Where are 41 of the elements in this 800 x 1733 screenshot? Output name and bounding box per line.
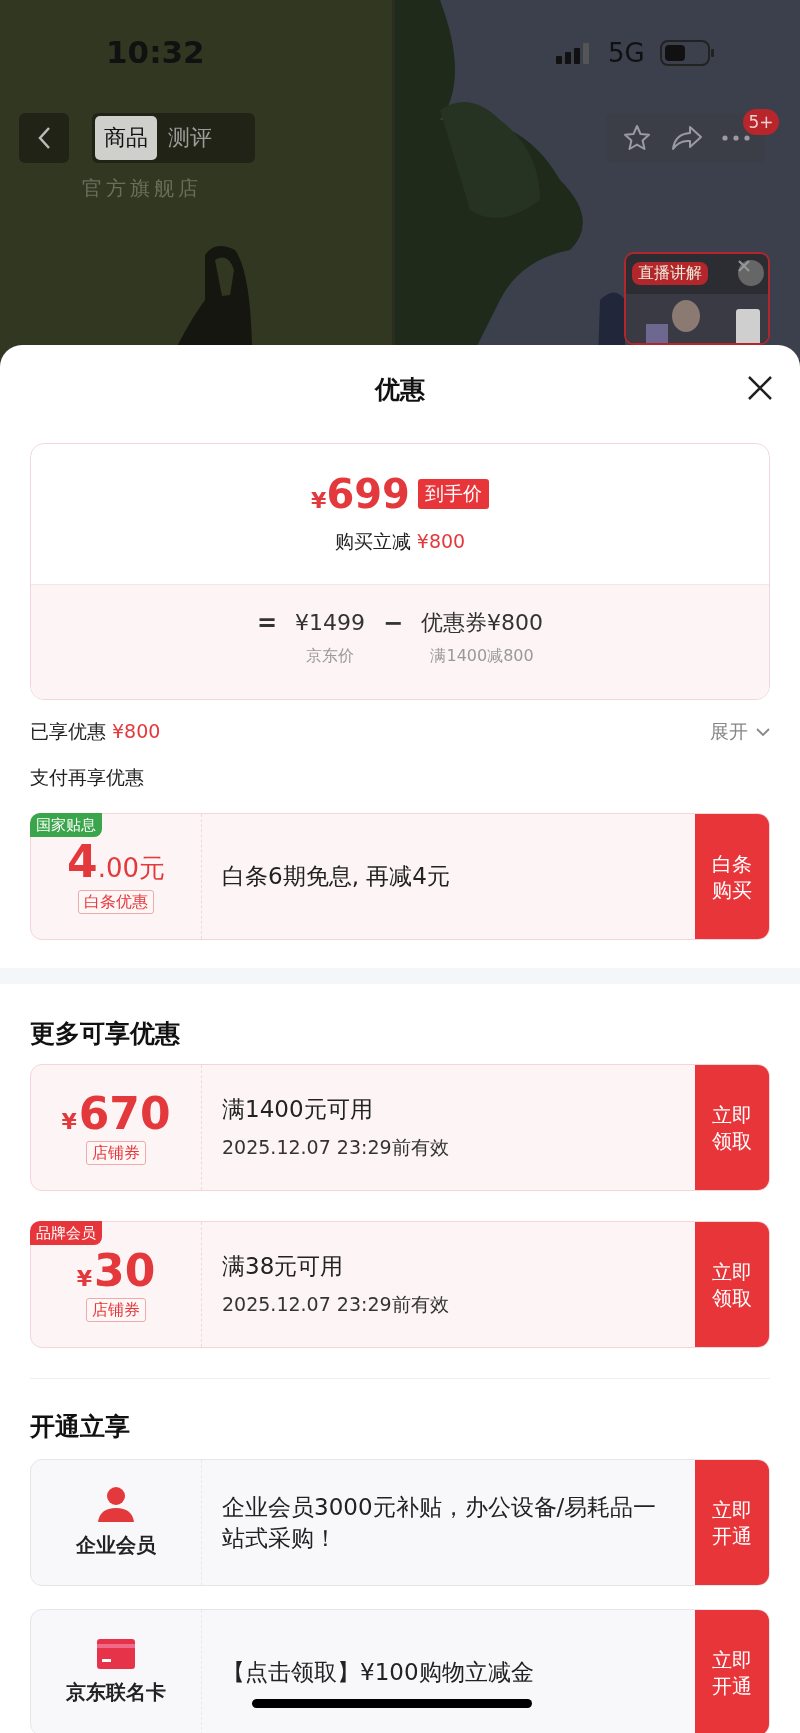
coupon-amount: ¥30 (76, 1247, 156, 1294)
offer-tag: 品牌会员 (30, 1221, 102, 1245)
coupon-validity: 2025.12.07 23:29前有效 (222, 1292, 450, 1317)
activate-button[interactable]: 立即 开通 (695, 1460, 769, 1585)
coupon-validity: 2025.12.07 23:29前有效 (222, 1135, 450, 1160)
price-term: ¥1499 (295, 609, 365, 637)
service-text: 【点击领取】¥100购物立减金 (222, 1658, 535, 1687)
person-icon (97, 1486, 135, 1522)
close-icon (748, 376, 772, 400)
price-term: 优惠券¥800 (421, 609, 544, 637)
term-caption: 满1400减800 (430, 646, 534, 667)
math-operator: − (383, 608, 404, 638)
offer-text: 白条6期免息, 再减4元 (222, 862, 451, 891)
sheet-title: 优惠 (375, 373, 425, 406)
buy-button[interactable]: 白条 购买 (695, 814, 769, 939)
offer-label: 白条优惠 (78, 890, 154, 914)
section-title: 开通立享 (30, 1411, 131, 1443)
section-title: 更多可享优惠 (30, 1018, 181, 1050)
enjoyed-discount: 已享优惠 ¥800 (30, 719, 161, 744)
expand-toggle[interactable]: 展开 (710, 719, 770, 745)
section-title: 支付再享优惠 (30, 765, 145, 790)
instant-discount: 购买立减 ¥800 (334, 529, 466, 554)
claim-button[interactable]: 立即 领取 (695, 1065, 769, 1190)
service-text: 企业会员3000元补贴，办公设备/易耗品一站式采购！ (222, 1492, 658, 1553)
coupon-condition: 满38元可用 (222, 1252, 345, 1281)
service-name: 企业会员 (76, 1532, 156, 1559)
activate-button[interactable]: 立即 开通 (695, 1610, 769, 1733)
coupon-condition: 满1400元可用 (222, 1095, 374, 1124)
claim-button[interactable]: 立即 领取 (695, 1222, 769, 1347)
coupon-amount: ¥670 (61, 1090, 171, 1137)
price-tag: 到手价 (417, 479, 489, 509)
math-operator: = (256, 608, 277, 638)
offer-tag: 国家贴息 (30, 813, 102, 837)
final-price: ¥699 (311, 473, 410, 515)
term-caption: 京东价 (306, 646, 354, 667)
coupon-label: 店铺券 (86, 1140, 146, 1165)
service-name: 京东联名卡 (66, 1679, 166, 1706)
close-button[interactable] (748, 376, 772, 400)
coupon-label: 店铺券 (86, 1297, 146, 1322)
credit-card-icon (97, 1639, 135, 1669)
discount-amount: 4.00元 (67, 839, 165, 886)
